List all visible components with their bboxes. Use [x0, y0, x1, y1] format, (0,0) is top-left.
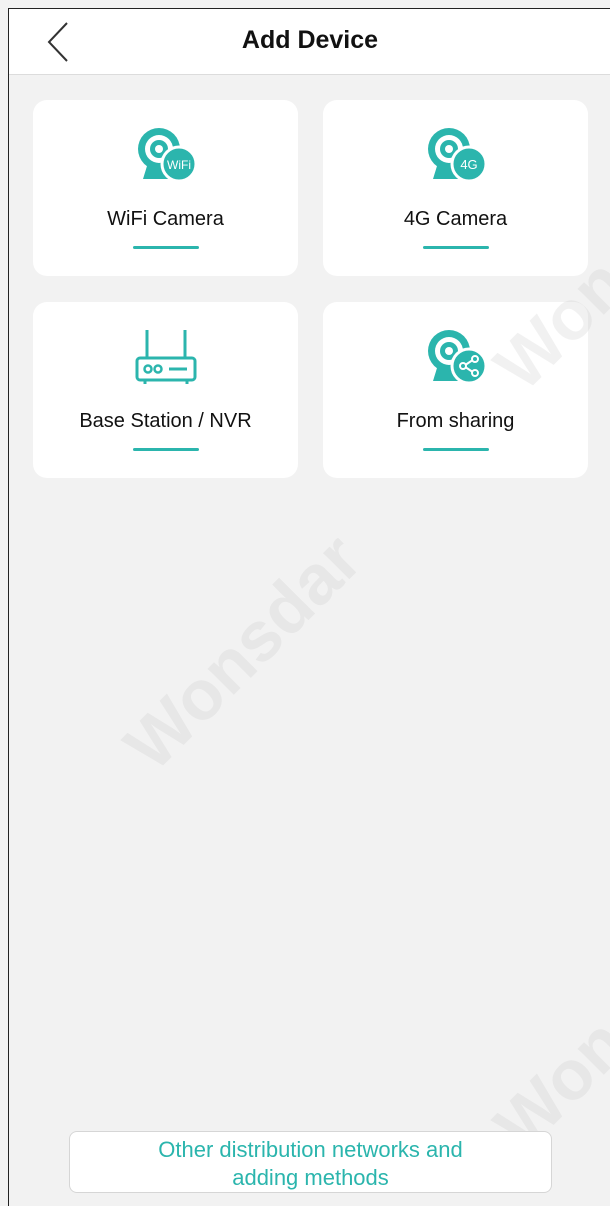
from-sharing-card[interactable]: From sharing: [323, 302, 588, 478]
4g-camera-card[interactable]: 4G 4G Camera: [323, 100, 588, 276]
card-underline: [132, 246, 199, 249]
base-station-card[interactable]: Base Station / NVR: [33, 302, 298, 478]
card-underline: [422, 246, 489, 249]
base-station-icon: [135, 330, 196, 384]
watermark: Wonsdar: [479, 898, 610, 1165]
card-underline: [132, 448, 199, 451]
wifi-camera-card[interactable]: WiFi WiFi Camera: [33, 100, 298, 276]
card-label: From sharing: [396, 410, 515, 432]
nav-bar: Add Device: [9, 9, 610, 75]
4g-badge-text: 4G: [460, 157, 477, 172]
wifi-camera-icon: WiFi: [137, 128, 197, 183]
card-label: Base Station / NVR: [79, 410, 252, 432]
card-label: 4G Camera: [403, 208, 508, 230]
other-methods-button[interactable]: Other distribution networks and adding m…: [69, 1131, 552, 1193]
app-screen: Add Device WiFi WiFi Camera 4G 4G Camera: [8, 8, 610, 1206]
other-methods-line1: Other distribution networks and: [158, 1137, 463, 1162]
wifi-badge-text: WiFi: [167, 158, 191, 172]
other-methods-line2: adding methods: [232, 1165, 389, 1190]
card-underline: [422, 448, 489, 451]
watermark: Wonsdar: [109, 518, 376, 785]
card-label: WiFi Camera: [107, 208, 224, 230]
4g-camera-icon: 4G: [427, 128, 487, 183]
share-camera-icon: [427, 330, 487, 385]
page-title: Add Device: [241, 26, 379, 54]
